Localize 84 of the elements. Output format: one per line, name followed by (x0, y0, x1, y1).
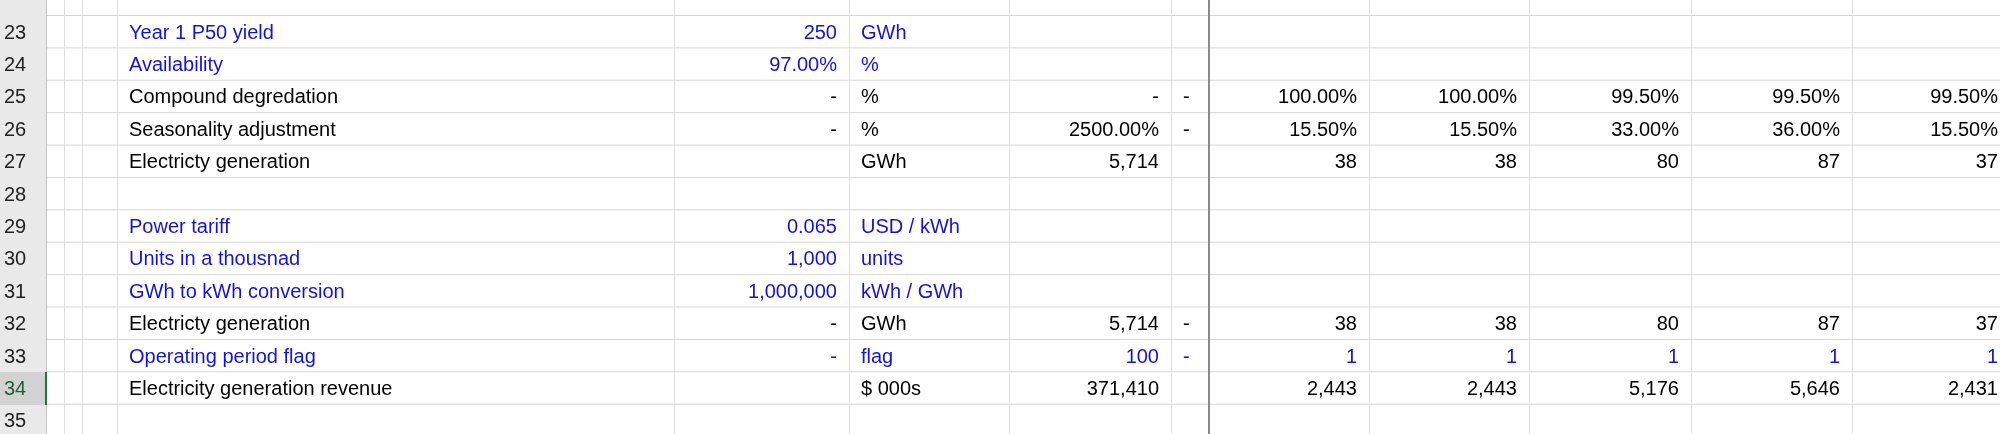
row-label: Units in a thousnad (129, 247, 301, 271)
period-value: 100.00% (1278, 85, 1357, 109)
period-value: 87 (1817, 150, 1840, 174)
unit-label: GWh (861, 150, 907, 174)
period-value: 1 (1667, 344, 1679, 368)
row-header[interactable]: 30 (0, 242, 47, 276)
period-value: 100.00% (1438, 85, 1517, 109)
period-value: 1 (1828, 344, 1840, 368)
unit-label: kWh / GWh (861, 279, 964, 303)
row-header[interactable]: 34 (0, 372, 47, 405)
input-value: - (830, 117, 837, 141)
period-value: 38 (1494, 312, 1517, 336)
row-label: Year 1 P50 yield (129, 20, 274, 44)
period-value: 99.50% (1930, 85, 1998, 109)
row-header[interactable]: 23 (0, 16, 47, 49)
row-header[interactable]: 27 (0, 145, 47, 178)
row-header[interactable]: 35 (0, 404, 47, 434)
row-header[interactable]: 25 (0, 80, 47, 114)
flag-value: - (1183, 117, 1190, 141)
flag-value: - (1183, 344, 1190, 368)
total-value: 2500.00% (1068, 117, 1159, 141)
unit-label: % (861, 117, 879, 141)
row-label: Power tariff (129, 215, 230, 239)
period-value: 38 (1334, 312, 1357, 336)
period-value: 80 (1656, 312, 1679, 336)
row-label: Electricty generation (129, 150, 311, 174)
row-label: Electricity generation revenue (129, 377, 393, 400)
input-value: 1,000 (786, 247, 837, 271)
period-value: 80 (1656, 150, 1679, 174)
unit-label: % (861, 53, 879, 77)
period-value: 15.50% (1930, 117, 1998, 141)
input-value: - (830, 85, 837, 109)
period-value: 2,443 (1306, 377, 1357, 400)
row-header[interactable]: 31 (0, 275, 47, 308)
row-header[interactable]: 29 (0, 210, 47, 243)
period-value: 37 (1975, 312, 1998, 336)
row-label: Seasonality adjustment (129, 117, 336, 141)
unit-label: GWh (861, 20, 907, 44)
unit-label: units (861, 247, 904, 271)
period-value: 38 (1334, 150, 1357, 174)
period-value: 15.50% (1289, 117, 1357, 141)
row-label: Electricty generation (129, 312, 311, 336)
period-value: 1 (1986, 344, 1998, 368)
input-value: - (830, 344, 837, 368)
input-value: - (830, 312, 837, 336)
unit-label: USD / kWh (861, 215, 960, 239)
period-value: 5,646 (1789, 377, 1840, 400)
period-value: 38 (1494, 150, 1517, 174)
input-value: 250 (803, 20, 837, 44)
unit-label: flag (861, 344, 894, 368)
period-value: 1 (1345, 344, 1357, 368)
period-value: 2,431 (1947, 377, 1998, 400)
period-value: 99.50% (1772, 85, 1840, 109)
total-value: 371,410 (1086, 377, 1159, 400)
period-value: 99.50% (1611, 85, 1679, 109)
row-header[interactable]: 24 (0, 48, 47, 81)
row-label: Compound degredation (129, 85, 339, 109)
period-value: 2,443 (1466, 377, 1517, 400)
row-header[interactable]: 28 (0, 177, 47, 211)
flag-value: - (1183, 85, 1190, 109)
period-value: 15.50% (1449, 117, 1517, 141)
unit-label: GWh (861, 312, 907, 336)
row-header[interactable]: 26 (0, 113, 47, 146)
row-header[interactable]: 32 (0, 307, 47, 340)
input-value: 0.065 (786, 215, 837, 239)
period-value: 87 (1817, 312, 1840, 336)
row-label: GWh to kWh conversion (129, 279, 345, 303)
row-header[interactable]: 33 (0, 339, 47, 373)
total-value: 5,714 (1108, 312, 1159, 336)
total-value: 5,714 (1108, 150, 1159, 174)
flag-value: - (1183, 312, 1190, 336)
unit-label: % (861, 85, 879, 109)
row-label: Operating period flag (129, 344, 316, 368)
period-value: 5,176 (1628, 377, 1679, 400)
period-value: 33.00% (1611, 117, 1679, 141)
total-value: - (1152, 85, 1159, 109)
input-value: 97.00% (769, 53, 837, 77)
row-label: Availability (129, 53, 224, 77)
period-value: 37 (1975, 150, 1998, 174)
period-value: 36.00% (1772, 117, 1840, 141)
unit-label: $ 000s (861, 377, 922, 400)
period-value: 1 (1505, 344, 1517, 368)
total-value: 100 (1125, 344, 1159, 368)
input-value: 1,000,000 (748, 279, 837, 303)
